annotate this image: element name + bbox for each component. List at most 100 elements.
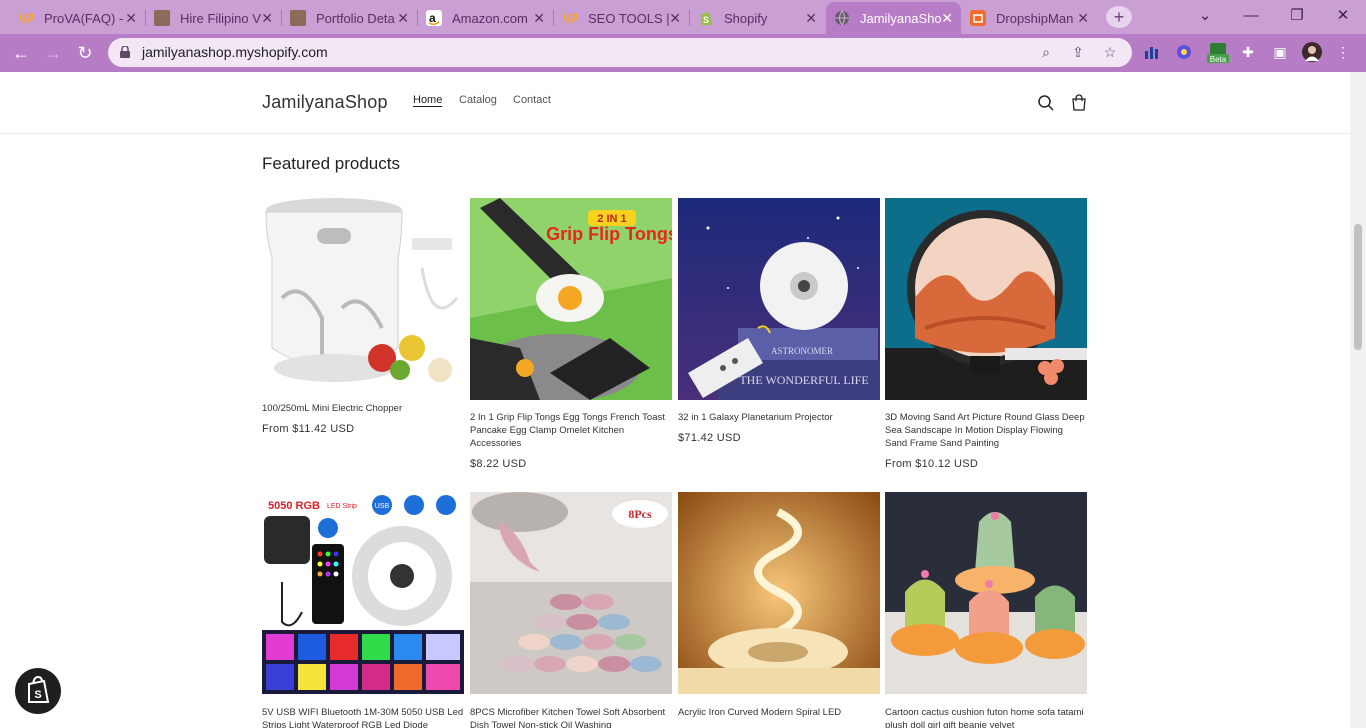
- prova-favicon-icon: VA: [562, 10, 580, 26]
- svg-text:S: S: [703, 15, 709, 25]
- beta-label: Beta: [1210, 55, 1227, 64]
- tab-shopify[interactable]: S Shopify ✕: [690, 2, 825, 34]
- reload-button[interactable]: ↻: [74, 42, 96, 64]
- product-name[interactable]: 8PCS Microfiber Kitchen Towel Soft Absor…: [470, 706, 672, 728]
- tab-seo-tools[interactable]: VA SEO TOOLS | ✕: [554, 2, 689, 34]
- strip-label: 5050 RGB: [268, 500, 320, 512]
- usb-label: USB: [375, 503, 390, 510]
- product-name[interactable]: Cartoon cactus cushion futon home sofa t…: [885, 706, 1087, 728]
- bookmark-star-icon[interactable]: ☆: [1102, 44, 1118, 60]
- tab-title: SEO TOOLS |: [588, 10, 670, 26]
- avatar-favicon-icon: [290, 10, 306, 26]
- browser-menu-icon[interactable]: ⋮: [1334, 43, 1352, 61]
- minimize-button[interactable]: —: [1228, 0, 1274, 34]
- book-text-wonderful-life: THE WONDERFUL LIFE: [739, 373, 868, 387]
- nav-contact[interactable]: Contact: [513, 94, 551, 106]
- flower-extension-icon[interactable]: [1175, 43, 1193, 61]
- badge-8pcs: 8Pcs: [628, 507, 652, 521]
- product-image[interactable]: 5050 RGB LED Strip USB: [262, 492, 464, 694]
- amazon-favicon-icon: a: [426, 10, 442, 26]
- side-panel-icon[interactable]: ▣: [1271, 43, 1289, 61]
- close-icon[interactable]: ✕: [261, 10, 273, 27]
- tab-amazon[interactable]: a Amazon.com ✕: [418, 2, 553, 34]
- product-image[interactable]: [262, 198, 464, 400]
- tab-hire-filipino[interactable]: Hire Filipino V ✕: [146, 2, 281, 34]
- tab-title: Portfolio Deta: [316, 10, 395, 26]
- tab-jamilyanashop[interactable]: JamilyanaSho ✕: [826, 2, 961, 34]
- address-bar[interactable]: jamilyanashop.myshopify.com ⌕ ⇪ ☆: [108, 38, 1132, 67]
- product-card-tongs[interactable]: 2 IN 1 Grip Flip Tongs 2 In 1 Grip Flip …: [470, 198, 672, 473]
- product-price: $8.22 USD: [470, 458, 527, 470]
- share-icon[interactable]: ⇪: [1070, 44, 1086, 60]
- cart-icon[interactable]: [1070, 94, 1088, 112]
- nav-home[interactable]: Home: [413, 94, 442, 106]
- book-text-astronomer: ASTRONOMER: [771, 346, 833, 356]
- product-name[interactable]: 5V USB WIFI Bluetooth 1M-30M 5050 USB Le…: [262, 706, 464, 728]
- tab-title: Shopify: [724, 10, 768, 26]
- restore-button[interactable]: ❐: [1274, 0, 1320, 34]
- product-card-led-strip[interactable]: 5050 RGB LED Strip USB 5V USB WIFI Bluet…: [262, 492, 464, 728]
- product-card-projector[interactable]: ASTRONOMER THE WONDERFUL LIFE 32 in 1 Ga…: [678, 198, 880, 448]
- product-card-cactus-cushion[interactable]: Cartoon cactus cushion futon home sofa t…: [885, 492, 1087, 728]
- product-name[interactable]: 3D Moving Sand Art Picture Round Glass D…: [885, 411, 1087, 450]
- avatar-favicon-icon: [154, 10, 170, 26]
- shopify-bag-icon[interactable]: S: [15, 668, 61, 714]
- product-image[interactable]: [885, 198, 1087, 400]
- dropship-favicon-icon: [970, 10, 986, 26]
- product-card-towel[interactable]: 8Pcs 8PCS Microfiber Kitchen Towel Soft …: [470, 492, 672, 728]
- search-icon[interactable]: [1037, 94, 1055, 112]
- product-price: From $10.12 USD: [885, 458, 979, 470]
- svg-text:S: S: [34, 689, 41, 701]
- new-tab-button[interactable]: +: [1106, 6, 1132, 28]
- scrollbar-thumb[interactable]: [1354, 224, 1362, 350]
- shop-page: JamilyanaShop Home Catalog Contact Featu…: [0, 72, 1350, 728]
- product-name[interactable]: 32 in 1 Galaxy Planetarium Projector: [678, 411, 880, 424]
- product-name[interactable]: 100/250mL Mini Electric Chopper: [262, 402, 464, 415]
- grip-flip-text: Grip Flip Tongs: [546, 224, 672, 244]
- product-name[interactable]: Acrylic Iron Curved Modern Spiral LED: [678, 706, 880, 719]
- close-icon[interactable]: ✕: [941, 10, 953, 27]
- analytics-extension-icon[interactable]: [1143, 43, 1161, 61]
- lock-icon: [120, 46, 130, 58]
- tab-portfolio[interactable]: Portfolio Deta ✕: [282, 2, 417, 34]
- nav-catalog[interactable]: Catalog: [459, 94, 497, 106]
- page-scrollbar[interactable]: [1350, 72, 1366, 728]
- tab-prova-faq[interactable]: VA ProVA(FAQ) - ✕: [10, 2, 145, 34]
- product-image[interactable]: [678, 492, 880, 694]
- product-image[interactable]: ASTRONOMER THE WONDERFUL LIFE: [678, 198, 880, 400]
- tab-title: JamilyanaSho: [860, 10, 942, 26]
- tab-search-button[interactable]: ⌄: [1182, 0, 1228, 34]
- zoom-icon[interactable]: ⌕: [1038, 44, 1054, 60]
- tab-title: ProVA(FAQ) -: [44, 10, 124, 26]
- globe-favicon-icon: [834, 10, 850, 26]
- tab-title: Hire Filipino V: [180, 10, 261, 26]
- beta-extension-icon[interactable]: Beta: [1207, 43, 1229, 64]
- prova-favicon-icon: VA: [18, 10, 36, 26]
- product-image[interactable]: 2 IN 1 Grip Flip Tongs: [470, 198, 672, 400]
- close-icon[interactable]: ✕: [533, 10, 545, 27]
- forward-button[interactable]: →: [42, 42, 64, 64]
- close-icon[interactable]: ✕: [1077, 10, 1089, 27]
- product-image[interactable]: [885, 492, 1087, 694]
- close-icon[interactable]: ✕: [805, 10, 817, 27]
- product-name[interactable]: 2 In 1 Grip Flip Tongs Egg Tongs French …: [470, 411, 672, 450]
- tab-dropshipman[interactable]: DropshipMan ✕: [962, 2, 1097, 34]
- back-button[interactable]: ←: [10, 42, 32, 64]
- product-card-sand-art[interactable]: 3D Moving Sand Art Picture Round Glass D…: [885, 198, 1087, 473]
- window-close-button[interactable]: ✕: [1320, 0, 1366, 34]
- svg-text:VA: VA: [562, 10, 578, 26]
- shop-logo[interactable]: JamilyanaShop: [262, 92, 388, 113]
- product-card-spiral-led[interactable]: Acrylic Iron Curved Modern Spiral LED: [678, 492, 880, 728]
- profile-avatar[interactable]: [1302, 42, 1322, 62]
- product-card-chopper[interactable]: 100/250mL Mini Electric Chopper From $11…: [262, 198, 464, 458]
- browser-toolbar: ← → ↻ jamilyanashop.myshopify.com ⌕ ⇪ ☆ …: [0, 34, 1366, 72]
- product-image[interactable]: 8Pcs: [470, 492, 672, 694]
- tab-title: Amazon.com: [452, 10, 528, 26]
- shopify-favicon-icon: S: [698, 10, 714, 26]
- close-icon[interactable]: ✕: [125, 10, 137, 27]
- site-header: JamilyanaShop Home Catalog Contact: [0, 72, 1350, 134]
- close-icon[interactable]: ✕: [669, 10, 681, 27]
- tab-title: DropshipMan: [996, 10, 1074, 26]
- extensions-puzzle-icon[interactable]: ✚: [1239, 43, 1257, 61]
- close-icon[interactable]: ✕: [397, 10, 409, 27]
